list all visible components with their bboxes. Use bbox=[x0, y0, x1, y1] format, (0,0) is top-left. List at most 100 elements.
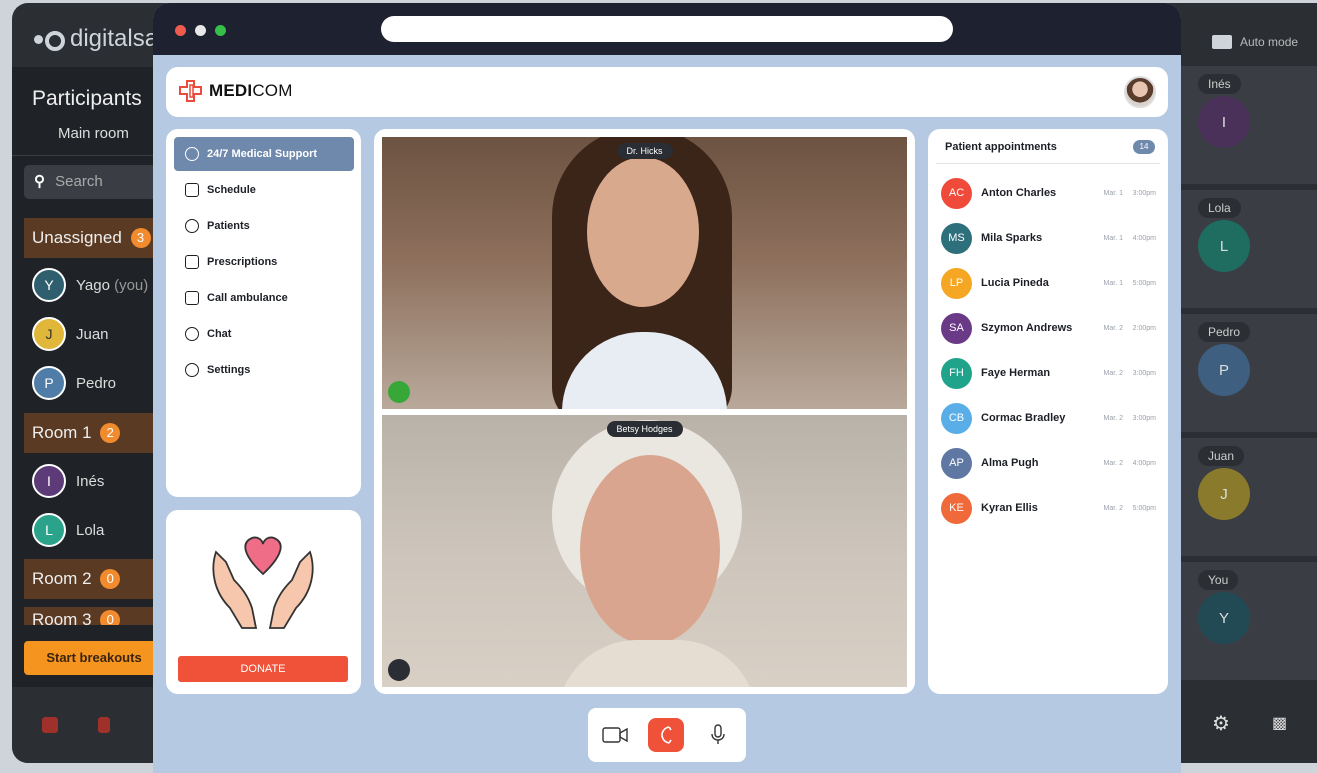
group-count-badge: 0 bbox=[100, 610, 121, 625]
brand-rest: COM bbox=[252, 81, 293, 100]
nav-label: Patients bbox=[207, 220, 250, 232]
appointment-row[interactable]: AP Alma Pugh Mar. 2 4:00pm bbox=[941, 447, 1156, 479]
participant-tile[interactable]: Lola L bbox=[1180, 190, 1317, 308]
group-count-badge: 0 bbox=[100, 569, 121, 589]
layout-icon bbox=[1212, 35, 1232, 49]
participant-lola[interactable]: L Lola bbox=[32, 513, 104, 547]
settings-icon bbox=[185, 363, 199, 377]
user-avatar[interactable] bbox=[1124, 76, 1156, 108]
participant-name: Juan bbox=[76, 325, 109, 343]
nav-item-call-ambulance[interactable]: Call ambulance bbox=[174, 281, 354, 315]
avatar: I bbox=[32, 464, 66, 498]
camera-off-icon[interactable] bbox=[42, 717, 58, 733]
participant-name: Yago bbox=[76, 276, 110, 294]
nav-item-medical-support[interactable]: 24/7 Medical Support bbox=[174, 137, 354, 171]
tile-avatar: J bbox=[1198, 468, 1250, 520]
donate-button[interactable]: DONATE bbox=[178, 656, 348, 682]
avatar: P bbox=[32, 366, 66, 400]
nav-label: Prescriptions bbox=[207, 256, 278, 268]
sidebar-nav: 24/7 Medical Support Schedule Patients P… bbox=[166, 129, 361, 497]
appointment-time: 3:00pm bbox=[1132, 189, 1156, 197]
address-bar[interactable] bbox=[381, 16, 953, 42]
call-controls bbox=[588, 708, 746, 762]
participant-name: Pedro bbox=[76, 374, 117, 392]
video-feed-doctor: Dr. Hicks bbox=[382, 137, 907, 409]
tile-avatar: P bbox=[1198, 344, 1250, 396]
gear-icon[interactable]: ⚙ bbox=[1212, 711, 1234, 735]
group-label: Unassigned bbox=[32, 228, 122, 247]
appointment-row[interactable]: MS Mila Sparks Mar. 1 4:00pm bbox=[941, 222, 1156, 254]
appointment-time: 5:00pm bbox=[1132, 504, 1156, 512]
close-window-dot[interactable] bbox=[175, 25, 186, 36]
appointment-row[interactable]: LP Lucia Pineda Mar. 1 5:00pm bbox=[941, 267, 1156, 299]
appointment-row[interactable]: AC Anton Charles Mar. 1 3:00pm bbox=[941, 177, 1156, 209]
microphone-icon bbox=[711, 724, 725, 744]
nav-label: Schedule bbox=[207, 184, 256, 196]
patient-name: Lucia Pineda bbox=[981, 277, 1049, 289]
participant-name-tag: Betsy Hodges bbox=[606, 421, 683, 437]
participant-juan[interactable]: J Juan bbox=[32, 317, 109, 351]
search-placeholder: Search bbox=[55, 173, 103, 190]
participant-yago[interactable]: Y Yago (you) bbox=[32, 268, 148, 302]
brand-bold: MEDI bbox=[209, 81, 253, 100]
donate-card: DONATE bbox=[166, 510, 361, 694]
search-icon: ⚲ bbox=[34, 173, 45, 190]
appointment-row[interactable]: CB Cormac Bradley Mar. 2 3:00pm bbox=[941, 402, 1156, 434]
chat-icon bbox=[185, 327, 199, 341]
appointment-date: Mar. 1 bbox=[1103, 279, 1123, 287]
people-icon[interactable]: ▩ bbox=[1272, 713, 1294, 732]
digitalsamba-logo: digitalsa bbox=[34, 25, 158, 53]
participant-tile[interactable]: Pedro P bbox=[1180, 314, 1317, 432]
avatar: FH bbox=[941, 357, 972, 389]
appointment-date: Mar. 1 bbox=[1103, 189, 1123, 197]
patient-name: Alma Pugh bbox=[981, 457, 1039, 469]
support-icon bbox=[185, 147, 199, 161]
patient-name: Szymon Andrews bbox=[981, 322, 1073, 334]
nav-item-prescriptions[interactable]: Prescriptions bbox=[174, 245, 354, 279]
tile-avatar: I bbox=[1198, 96, 1250, 148]
appointment-time: 2:00pm bbox=[1132, 324, 1156, 332]
nav-item-patients[interactable]: Patients bbox=[174, 209, 354, 243]
participant-pedro[interactable]: P Pedro bbox=[32, 366, 116, 400]
avatar: AP bbox=[941, 447, 972, 479]
nav-item-schedule[interactable]: Schedule bbox=[174, 173, 354, 207]
medical-cross-icon bbox=[179, 80, 202, 102]
appointment-row[interactable]: SA Szymon Andrews Mar. 2 2:00pm bbox=[941, 312, 1156, 344]
participant-tile[interactable]: Juan J bbox=[1180, 438, 1317, 556]
appointment-row[interactable]: FH Faye Herman Mar. 2 3:00pm bbox=[941, 357, 1156, 389]
appointment-date: Mar. 2 bbox=[1103, 324, 1123, 332]
mic-active-icon[interactable] bbox=[388, 381, 410, 403]
auto-mode-label: Auto mode bbox=[1240, 35, 1299, 49]
patient-appointments-panel: Patient appointments 14 AC Anton Charles… bbox=[928, 129, 1168, 694]
appointment-date: Mar. 2 bbox=[1103, 369, 1123, 377]
camera-button[interactable] bbox=[597, 718, 633, 752]
nav-item-settings[interactable]: Settings bbox=[174, 353, 354, 387]
avatar: Y bbox=[32, 268, 66, 302]
appointment-time: 4:00pm bbox=[1132, 234, 1156, 242]
maximize-window-dot[interactable] bbox=[215, 25, 226, 36]
start-breakouts-button[interactable]: Start breakouts bbox=[24, 641, 164, 675]
appointment-time: 3:00pm bbox=[1132, 414, 1156, 422]
nav-item-chat[interactable]: Chat bbox=[174, 317, 354, 351]
prescription-icon bbox=[185, 255, 199, 269]
participant-ines[interactable]: I Inés bbox=[32, 464, 104, 498]
group-label: Room 1 bbox=[32, 423, 92, 442]
auto-mode-toggle[interactable]: Auto mode bbox=[1212, 35, 1298, 49]
appointment-row[interactable]: KE Kyran Ellis Mar. 2 5:00pm bbox=[941, 492, 1156, 524]
microphone-button[interactable] bbox=[700, 718, 736, 752]
logo-text: digitalsa bbox=[70, 25, 159, 52]
end-call-button[interactable] bbox=[648, 718, 684, 752]
appointment-date: Mar. 1 bbox=[1103, 234, 1123, 242]
app-header: MEDICOM bbox=[166, 67, 1168, 117]
appointment-time: 4:00pm bbox=[1132, 459, 1156, 467]
group-count-badge: 2 bbox=[100, 423, 121, 443]
minimize-window-dot[interactable] bbox=[195, 25, 206, 36]
participant-tile[interactable]: Inés I bbox=[1180, 66, 1317, 184]
participant-tile[interactable]: You Y bbox=[1180, 562, 1317, 680]
appointments-count-badge: 14 bbox=[1133, 140, 1155, 154]
tile-name: Juan bbox=[1198, 446, 1245, 466]
mic-icon[interactable] bbox=[388, 659, 410, 681]
avatar: L bbox=[32, 513, 66, 547]
mic-off-icon[interactable] bbox=[98, 717, 110, 733]
background-grid-window: Auto mode Inés I Lola L Pedro P Juan J Y… bbox=[1160, 3, 1317, 763]
